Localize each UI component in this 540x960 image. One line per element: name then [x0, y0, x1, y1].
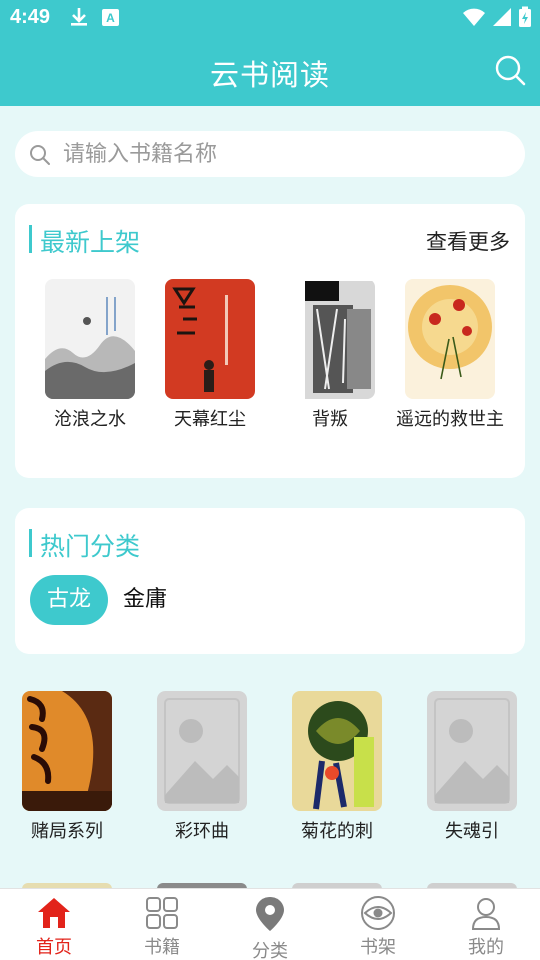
search-input[interactable] — [63, 137, 503, 171]
book-title: 天幕红尘 — [174, 409, 246, 430]
book-cover — [285, 279, 375, 399]
image-placeholder-icon — [427, 691, 517, 811]
section-title: 热门分类 — [40, 532, 141, 561]
tab-category[interactable]: 分类 — [216, 889, 324, 960]
tab-mine[interactable]: 我的 — [432, 889, 540, 960]
search-bar[interactable] — [15, 131, 525, 177]
tab-label: 书架 — [360, 937, 396, 958]
tab-label: 分类 — [252, 941, 288, 960]
newest-section: 最新上架 查看更多 沧浪之水 天幕红尘 背叛 遥远的救世主 — [15, 204, 525, 478]
book-cover-placeholder — [157, 691, 247, 811]
font-icon: A — [100, 6, 122, 32]
wifi-icon — [462, 6, 486, 32]
category-book-item[interactable]: 彩环曲 — [142, 691, 262, 843]
home-icon — [38, 898, 70, 928]
battery-icon — [518, 6, 532, 32]
tab-books[interactable]: 书籍 — [108, 889, 216, 960]
section-accent-bar — [29, 225, 32, 253]
book-cover — [292, 691, 382, 811]
category-tag-jinyong[interactable]: 金庸 — [123, 575, 167, 625]
app-bar: 云书阅读 — [0, 36, 540, 106]
download-icon — [68, 6, 90, 32]
book-item[interactable]: 沧浪之水 — [35, 279, 145, 431]
hot-categories-section: 热门分类 古龙 金庸 — [15, 508, 525, 654]
grid-icon — [146, 897, 178, 929]
book-item[interactable]: 遥远的救世主 — [395, 279, 505, 431]
book-cover — [22, 691, 112, 811]
category-book-item[interactable]: 菊花的刺 — [277, 691, 397, 843]
tab-label: 首页 — [36, 937, 72, 958]
book-title: 失魂引 — [445, 821, 499, 842]
user-icon — [471, 898, 501, 930]
book-title: 彩环曲 — [175, 821, 229, 842]
book-cover — [45, 279, 135, 399]
book-cover-placeholder — [427, 691, 517, 811]
category-book-item[interactable]: 失魂引 — [412, 691, 532, 843]
tab-label: 书籍 — [144, 937, 180, 958]
book-item[interactable]: 天幕红尘 — [155, 279, 265, 431]
tab-home[interactable]: 首页 — [0, 889, 108, 960]
book-cover — [165, 279, 255, 399]
status-bar: 4:49 A — [0, 0, 540, 36]
category-tag-gulong[interactable]: 古龙 — [30, 575, 108, 625]
svg-text:A: A — [106, 11, 115, 25]
book-title: 赌局系列 — [31, 821, 103, 842]
book-cover — [405, 279, 495, 399]
book-title: 背叛 — [312, 409, 348, 430]
section-accent-bar — [29, 529, 32, 557]
book-item[interactable]: 背叛 — [275, 279, 385, 431]
book-title: 沧浪之水 — [54, 409, 126, 430]
page-title: 云书阅读 — [209, 58, 330, 92]
search-icon — [495, 55, 526, 86]
view-more-link[interactable]: 查看更多 — [426, 226, 510, 256]
tab-bookshelf[interactable]: 书架 — [324, 889, 432, 960]
book-title: 菊花的刺 — [301, 821, 373, 842]
location-pin-icon — [256, 897, 284, 931]
section-title: 最新上架 — [40, 228, 141, 257]
image-placeholder-icon — [157, 691, 247, 811]
book-title: 遥远的救世主 — [396, 409, 504, 430]
signal-icon — [492, 6, 512, 32]
eye-icon — [361, 896, 395, 930]
bottom-tab-bar: 首页 书籍 分类 书架 我的 — [0, 888, 540, 960]
category-book-item[interactable]: 赌局系列 — [7, 691, 127, 843]
status-time: 4:49 — [10, 6, 51, 28]
search-icon — [29, 144, 51, 170]
search-button[interactable] — [494, 54, 528, 88]
tab-label: 我的 — [468, 937, 504, 958]
